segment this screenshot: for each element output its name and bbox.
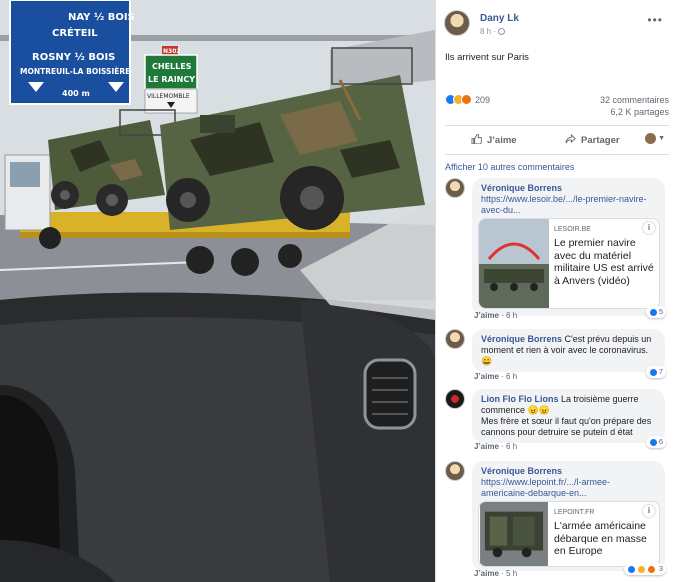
comment-reactions-badge[interactable]: 6 bbox=[645, 436, 666, 448]
angry-reaction-icon bbox=[461, 94, 472, 106]
sign-green-line2: LE RAINCY bbox=[148, 75, 195, 84]
thumbs-up-icon bbox=[471, 134, 482, 144]
info-icon[interactable]: i bbox=[643, 222, 655, 234]
like-reaction-icon bbox=[648, 437, 658, 447]
comment-reactions-badge[interactable]: 5 bbox=[645, 306, 666, 318]
sign-blue-line1: NAY ½ BOIS bbox=[68, 12, 135, 23]
commenter-avatar[interactable] bbox=[445, 178, 465, 198]
like-button[interactable]: J’aime bbox=[471, 134, 517, 146]
like-button-label: J’aime bbox=[487, 135, 517, 146]
sign-blue-line4: MONTREUIL-LA BOISSIÈRE bbox=[20, 67, 130, 76]
share-button[interactable]: Partager bbox=[565, 134, 620, 146]
sign-route: N302 bbox=[163, 48, 181, 55]
comment-meta: J’aime · 5 h bbox=[474, 569, 518, 578]
comment-time[interactable]: 6 h bbox=[506, 372, 517, 381]
comment-time[interactable]: 5 h bbox=[506, 569, 517, 578]
sign-blue-line3: ROSNY ½ BOIS bbox=[32, 52, 115, 63]
comment-reactions-badge[interactable]: 7 bbox=[645, 366, 666, 378]
comments-count[interactable]: 32 commentaires bbox=[600, 94, 669, 106]
comment: Véronique Borrens https://www.lepoint.fr… bbox=[445, 461, 669, 571]
comment-meta: J’aime · 6 h bbox=[474, 442, 518, 451]
comment-like-link[interactable]: J’aime bbox=[474, 569, 499, 578]
author-name[interactable]: Dany Lk bbox=[480, 13, 519, 24]
comment-reaction-count: 6 bbox=[658, 437, 663, 446]
card-title: Le premier navire avec du matériel milit… bbox=[554, 237, 654, 287]
commenter-name[interactable]: Véronique Borrens bbox=[481, 466, 562, 476]
sign-blue-distance: 400 m bbox=[62, 89, 90, 98]
comment-time[interactable]: 6 h bbox=[506, 442, 517, 451]
card-thumbnail-image bbox=[479, 219, 549, 308]
reaction-count: 209 bbox=[475, 94, 491, 105]
author-avatar[interactable] bbox=[444, 10, 470, 36]
comment-link[interactable]: https://www.lepoint.fr/.../l-armee-ameri… bbox=[481, 477, 610, 498]
wow-reaction-icon bbox=[636, 564, 646, 574]
more-options-icon[interactable]: ••• bbox=[647, 13, 663, 27]
user-avatar-icon bbox=[645, 133, 657, 144]
post-photo[interactable]: NAY ½ BOIS CRÉTEIL ROSNY ½ BOIS MONTREUI… bbox=[0, 0, 435, 582]
engagement-counts: 32 commentaires 6,2 K partages bbox=[600, 94, 669, 118]
globe-icon bbox=[498, 28, 506, 35]
comment: Véronique Borrens https://www.lesoir.be/… bbox=[445, 178, 669, 316]
chevron-down-icon: ▼ bbox=[658, 135, 665, 142]
green-road-sign: N302 CHELLES LE RAINCY VILLEMOMBLE bbox=[144, 46, 198, 114]
reactions-summary[interactable]: 209 bbox=[445, 94, 491, 106]
card-title: L'armée américaine débarque en masse en … bbox=[554, 520, 647, 557]
reaction-identity-selector[interactable]: ▼ bbox=[645, 133, 665, 144]
truck-photo-illustration: NAY ½ BOIS CRÉTEIL ROSNY ½ BOIS MONTREUI… bbox=[0, 0, 435, 582]
comment-bubble: Lion Flo Flo Lions La troisième guerre c… bbox=[472, 389, 665, 443]
share-button-label: Partager bbox=[581, 135, 620, 146]
comment-link[interactable]: https://www.lesoir.be/.../le-premier-nav… bbox=[481, 194, 647, 215]
card-source: LESOIR.BE bbox=[554, 226, 591, 233]
reactions-bar: 209 32 commentaires 6,2 K partages bbox=[445, 94, 669, 118]
comment: Lion Flo Flo Lions La troisième guerre c… bbox=[445, 389, 669, 443]
like-reaction-icon bbox=[648, 367, 658, 377]
sign-green-line1: CHELLES bbox=[152, 62, 192, 71]
post-time[interactable]: 8 h · bbox=[480, 27, 506, 36]
share-arrow-icon bbox=[565, 134, 576, 144]
comment-reaction-count: 3 bbox=[658, 564, 663, 573]
comment-reaction-count: 5 bbox=[658, 307, 663, 316]
post-sidebar: Dany Lk 8 h · ••• Ils arrivent sur Paris… bbox=[435, 0, 676, 582]
comment-like-link[interactable]: J’aime bbox=[474, 311, 499, 320]
show-more-comments-link[interactable]: Afficher 10 autres commentaires bbox=[445, 162, 574, 172]
post-actions: J’aime Partager ▼ bbox=[445, 125, 669, 155]
comment-bubble: Véronique Borrens C'est prévu depuis un … bbox=[472, 329, 665, 372]
commenter-avatar[interactable] bbox=[445, 329, 465, 349]
post-time-text: 8 h · bbox=[480, 27, 497, 36]
commenter-name[interactable]: Véronique Borrens bbox=[481, 334, 562, 344]
comment-text-line2: Mes frère et sœur il faut qu'on prépare … bbox=[481, 416, 652, 437]
info-icon[interactable]: i bbox=[643, 505, 655, 517]
commenter-name[interactable]: Lion Flo Flo Lions bbox=[481, 394, 558, 404]
post-header: Dany Lk 8 h · ••• bbox=[444, 10, 669, 40]
commenter-name[interactable]: Véronique Borrens bbox=[481, 183, 562, 193]
comment-meta: J’aime · 6 h bbox=[474, 372, 518, 381]
comment-reactions-badge[interactable]: 3 bbox=[623, 563, 666, 575]
angry-reaction-icon bbox=[646, 564, 656, 574]
comment-like-link[interactable]: J’aime bbox=[474, 442, 499, 451]
like-reaction-icon bbox=[648, 307, 658, 317]
commenter-avatar[interactable] bbox=[445, 389, 465, 409]
comment-like-link[interactable]: J’aime bbox=[474, 372, 499, 381]
card-source: LEPOINT.FR bbox=[554, 509, 595, 516]
commenter-avatar[interactable] bbox=[445, 461, 465, 481]
link-preview-card[interactable]: LEPOINT.FR L'armée américaine débarque e… bbox=[478, 501, 660, 567]
link-preview-card[interactable]: LESOIR.BE Le premier navire avec du maté… bbox=[478, 218, 660, 309]
blue-road-sign: NAY ½ BOIS CRÉTEIL ROSNY ½ BOIS MONTREUI… bbox=[9, 0, 135, 105]
comment-meta: J’aime · 6 h bbox=[474, 311, 518, 320]
comment-reaction-count: 7 bbox=[658, 367, 663, 376]
comment: Véronique Borrens C'est prévu depuis un … bbox=[445, 329, 669, 372]
card-thumbnail-image bbox=[480, 502, 548, 566]
like-reaction-icon bbox=[626, 564, 636, 574]
comment-time[interactable]: 6 h bbox=[506, 311, 517, 320]
sign-white: VILLEMOMBLE bbox=[147, 93, 190, 100]
sign-blue-line2: CRÉTEIL bbox=[52, 26, 98, 39]
post-caption: Ils arrivent sur Paris bbox=[445, 52, 529, 63]
shares-count[interactable]: 6,2 K partages bbox=[600, 106, 669, 118]
